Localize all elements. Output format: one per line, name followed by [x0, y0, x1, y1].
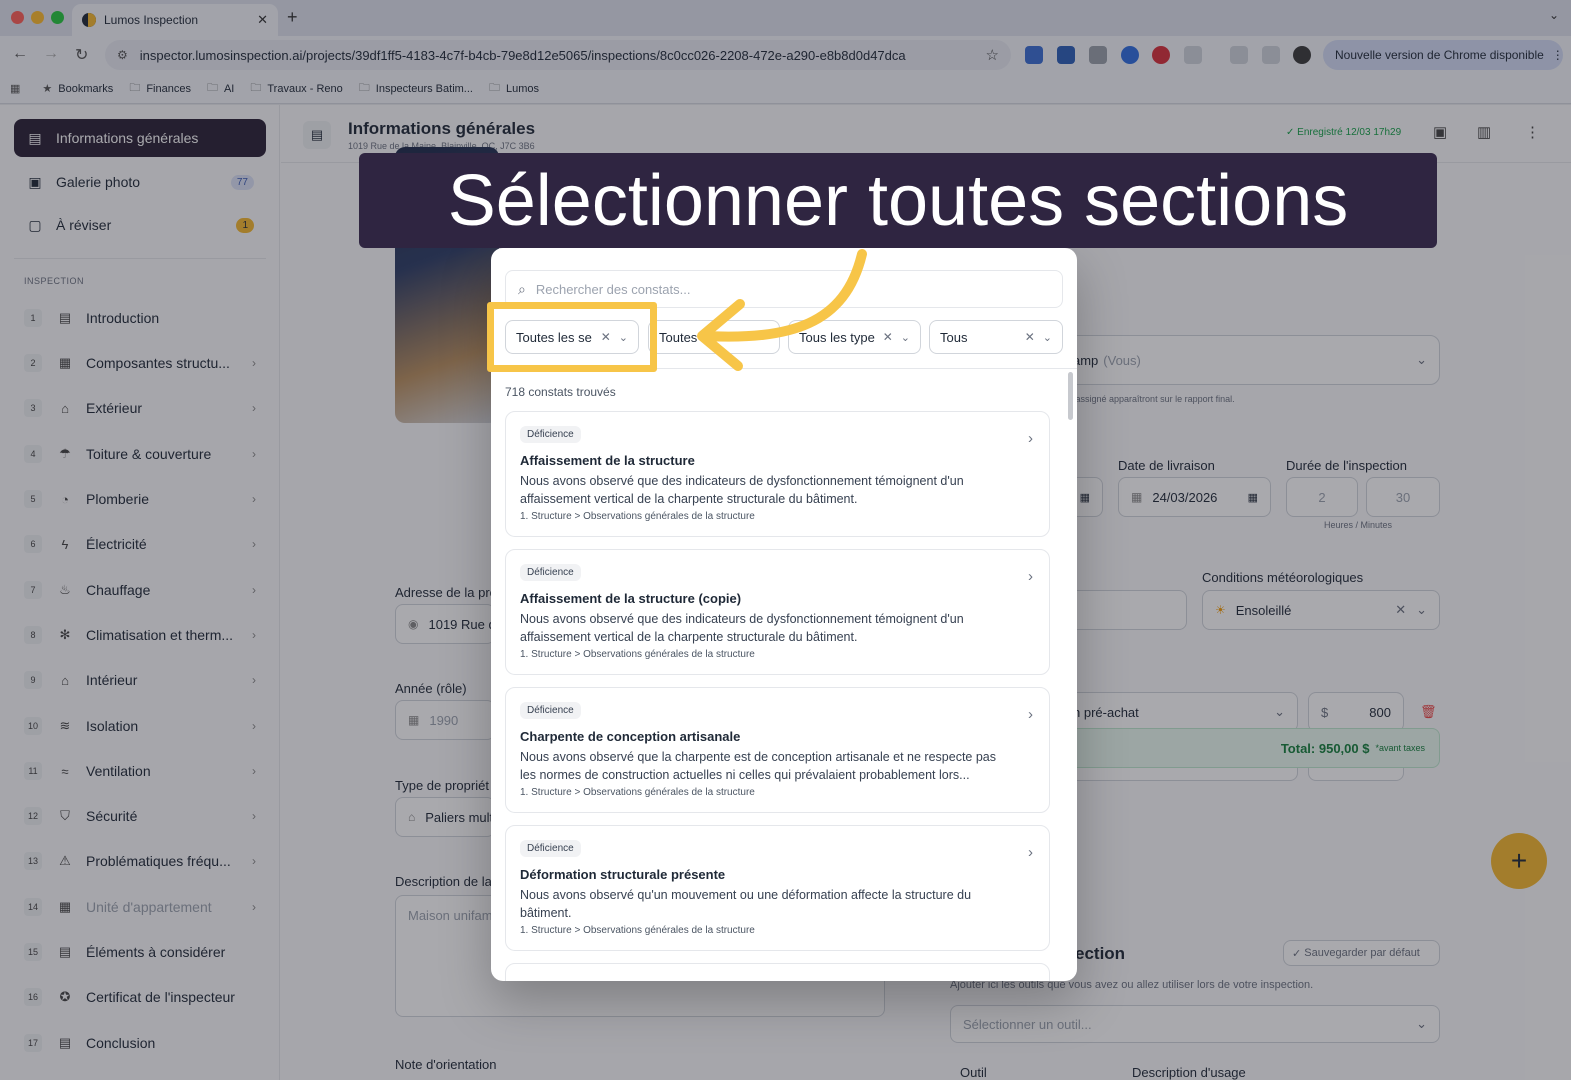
- finding-card[interactable]: Déficience Déformation structurale prése…: [505, 825, 1050, 951]
- chevron-down-icon: ⌄: [900, 331, 910, 344]
- finding-title: Charpente de conception artisanale: [520, 729, 741, 744]
- clear-icon[interactable]: ✕: [883, 330, 893, 344]
- finding-title: Affaissement de la structure: [520, 453, 695, 468]
- chevron-right-icon: ›: [1028, 568, 1033, 585]
- filter-highlight-box: [487, 302, 657, 372]
- chevron-down-icon: ⌄: [1042, 331, 1052, 344]
- type-filter-select[interactable]: Tous les type ✕ ⌄: [788, 320, 921, 354]
- finding-card[interactable]: [505, 963, 1050, 981]
- tutorial-caption: Sélectionner toutes sections: [359, 153, 1437, 248]
- finding-path: 1. Structure > Observations générales de…: [520, 511, 755, 522]
- finding-path: 1. Structure > Observations générales de…: [520, 649, 755, 660]
- finding-type-badge: Déficience: [520, 702, 581, 719]
- results-scrollbar[interactable]: [1068, 372, 1073, 420]
- finding-title: Affaissement de la structure (copie): [520, 591, 742, 606]
- finding-path: 1. Structure > Observations générales de…: [520, 787, 755, 798]
- finding-description: Nous avons observé que des indicateurs d…: [520, 612, 964, 644]
- chevron-right-icon: ›: [1028, 706, 1033, 723]
- finding-path: 1. Structure > Observations générales de…: [520, 925, 755, 936]
- chevron-right-icon: ›: [1028, 844, 1033, 861]
- finding-type-badge: Déficience: [520, 564, 581, 581]
- finding-type-badge: Déficience: [520, 426, 581, 443]
- clear-icon[interactable]: ✕: [1025, 330, 1035, 344]
- finding-card[interactable]: Déficience Affaissement de la structure …: [505, 411, 1050, 537]
- subsection-filter-select[interactable]: Toutes: [648, 320, 780, 354]
- finding-title: Déformation structurale présente: [520, 867, 726, 882]
- finding-type-badge: Déficience: [520, 840, 581, 857]
- severity-filter-select[interactable]: Tous ✕ ⌄: [929, 320, 1063, 354]
- search-icon: ⌕: [518, 280, 526, 297]
- finding-card[interactable]: Déficience Affaissement de la structure …: [505, 549, 1050, 675]
- finding-description: Nous avons observé que la charpente est …: [520, 750, 997, 782]
- results-count: 718 constats trouvés: [505, 385, 616, 399]
- chevron-right-icon: ›: [1028, 430, 1033, 447]
- finding-description: Nous avons observé que des indicateurs d…: [520, 474, 964, 506]
- finding-description: Nous avons observé qu'un mouvement ou un…: [520, 888, 972, 920]
- finding-card[interactable]: Déficience Charpente de conception artis…: [505, 687, 1050, 813]
